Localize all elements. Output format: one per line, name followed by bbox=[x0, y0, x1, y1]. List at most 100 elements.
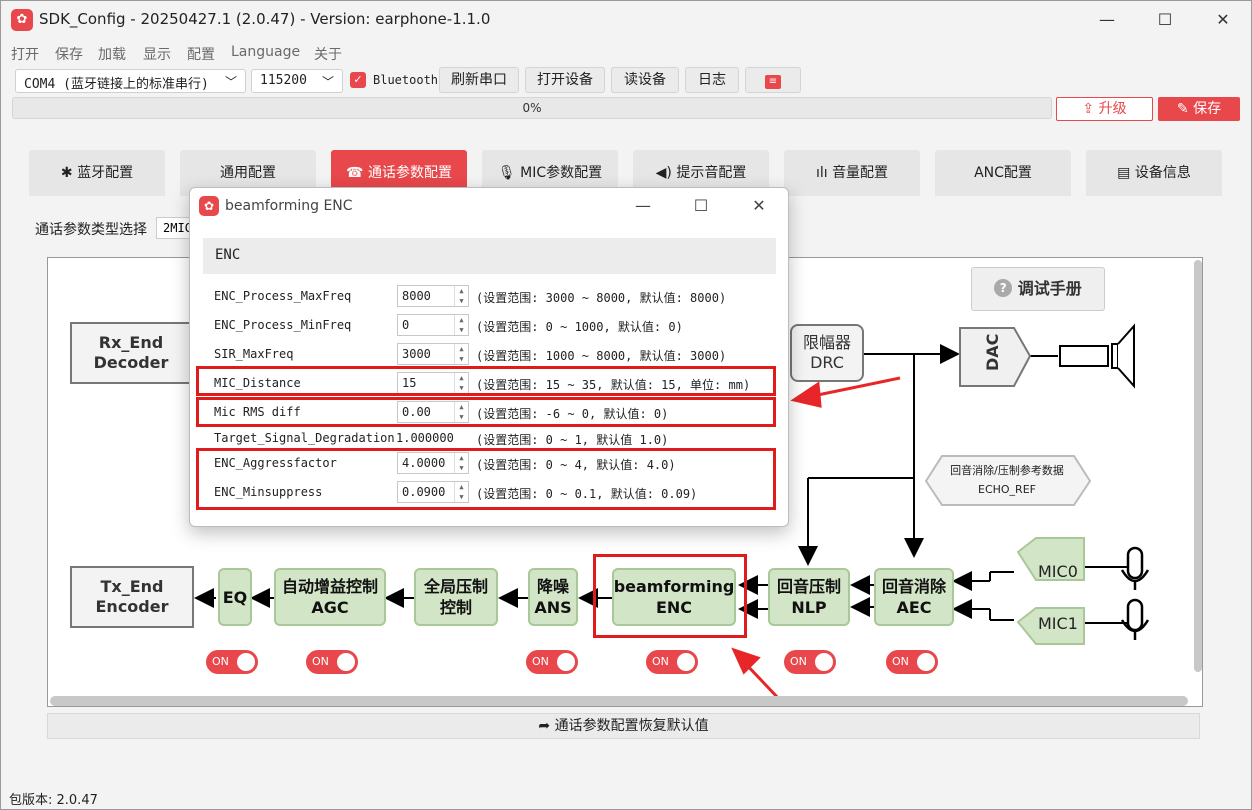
block-label: ANS bbox=[534, 598, 572, 617]
app-logo-icon: ✿ bbox=[199, 196, 219, 216]
aggress-minsuppress-highlight bbox=[196, 448, 776, 510]
upgrade-button[interactable]: ⇪ 升级 bbox=[1056, 97, 1153, 121]
aec-toggle[interactable]: ON bbox=[886, 650, 938, 674]
maximize-button[interactable]: ☐ bbox=[1137, 1, 1193, 39]
chevron-down-icon: ﹀ bbox=[224, 75, 237, 89]
beamforming-enc-block[interactable]: beamforming ENC bbox=[612, 568, 736, 626]
echo-ref-subtitle: ECHO_REF bbox=[978, 483, 1036, 496]
echo-ref-label: 回音消除/压制参考数据 ECHO_REF bbox=[924, 454, 1090, 506]
enc-toggle[interactable]: ON bbox=[646, 650, 698, 674]
block-label: Tx_End bbox=[100, 577, 164, 596]
toggle-label: ON bbox=[892, 655, 909, 668]
global-suppression-block[interactable]: 全局压制 控制 bbox=[414, 568, 498, 626]
menu-about[interactable]: 关于 bbox=[314, 44, 342, 64]
menu-load[interactable]: 加载 bbox=[98, 44, 126, 64]
menu-save[interactable]: 保存 bbox=[55, 44, 83, 64]
microphone-icon bbox=[1120, 598, 1150, 640]
enc-section-header: ENC bbox=[203, 238, 776, 274]
tool-icon: ≡ bbox=[765, 75, 781, 89]
dac-label: DAC bbox=[983, 333, 1002, 371]
tx-end-encoder-block: Tx_End Encoder bbox=[70, 566, 194, 628]
nlp-block[interactable]: 回音压制 NLP bbox=[768, 568, 850, 626]
agc-block[interactable]: 自动增益控制 AGC bbox=[274, 568, 386, 626]
spin-arrows-icon[interactable]: ▲ ▼ bbox=[454, 286, 468, 306]
param-spinbox[interactable]: 8000 ▲ ▼ bbox=[397, 285, 469, 307]
extra-tool-button[interactable]: ≡ bbox=[745, 67, 801, 93]
close-button[interactable]: ✕ bbox=[1195, 1, 1251, 39]
dialog-minimize-button[interactable]: — bbox=[614, 188, 672, 224]
horizontal-scrollbar[interactable] bbox=[50, 696, 1188, 706]
eq-toggle[interactable]: ON bbox=[206, 650, 258, 674]
dialog-maximize-button[interactable]: ☐ bbox=[672, 188, 730, 224]
volume-bars-icon: ılı bbox=[815, 165, 828, 181]
debug-manual-button[interactable]: ? 调试手册 bbox=[971, 267, 1105, 311]
debug-manual-label: 调试手册 bbox=[1017, 279, 1082, 298]
agc-toggle[interactable]: ON bbox=[306, 650, 358, 674]
param-range: (设置范围: 1000 ~ 8000, 默认值: 3000) bbox=[476, 349, 727, 363]
spin-arrows-icon[interactable]: ▲ ▼ bbox=[454, 315, 468, 335]
dialog-close-button[interactable]: ✕ bbox=[730, 188, 788, 224]
log-button[interactable]: 日志 bbox=[685, 67, 739, 93]
param-name: ENC_Process_MaxFreq bbox=[214, 289, 352, 303]
save-button[interactable]: ✎ 保存 bbox=[1158, 97, 1240, 121]
param-spinbox[interactable]: 3000 ▲ ▼ bbox=[397, 343, 469, 365]
question-circle-icon: ? bbox=[994, 279, 1013, 297]
menu-config[interactable]: 配置 bbox=[187, 44, 215, 64]
read-device-button[interactable]: 读设备 bbox=[611, 67, 679, 93]
vertical-scrollbar[interactable] bbox=[1194, 260, 1202, 672]
minimize-button[interactable]: — bbox=[1079, 1, 1135, 39]
param-value: 8000 bbox=[402, 289, 431, 303]
tab-device-info[interactable]: ▤ 设备信息 bbox=[1086, 150, 1222, 196]
dialog-title: beamforming ENC bbox=[225, 198, 353, 214]
refresh-port-button[interactable]: 刷新串口 bbox=[439, 67, 519, 93]
toggle-label: ON bbox=[312, 655, 329, 668]
param-row: ENC_Process_MinFreq 0 ▲ ▼ (设置范围: 0 ~ 1000,… bbox=[190, 313, 788, 339]
block-label: Decoder bbox=[93, 353, 169, 372]
mic-icon: 🎙︎ bbox=[497, 165, 516, 181]
toggle-label: ON bbox=[532, 655, 549, 668]
param-spinbox[interactable]: 0 ▲ ▼ bbox=[397, 314, 469, 336]
param-range: (设置范围: 0 ~ 1, 默认值 1.0) bbox=[476, 433, 669, 447]
tab-bluetooth[interactable]: ✱ 蓝牙配置 bbox=[29, 150, 165, 196]
reset-defaults-label: 通话参数配置恢复默认值 bbox=[554, 718, 709, 734]
ans-block[interactable]: 降噪 ANS bbox=[528, 568, 578, 626]
chevron-down-icon: ﹀ bbox=[321, 75, 334, 89]
nlp-toggle[interactable]: ON bbox=[784, 650, 836, 674]
port-select[interactable]: COM4 (蓝牙链接上的标准串行) ﹀ bbox=[15, 69, 246, 93]
eq-block[interactable]: EQ bbox=[218, 568, 252, 626]
menu-display[interactable]: 显示 bbox=[143, 44, 171, 64]
menu-open[interactable]: 打开 bbox=[11, 44, 39, 64]
microphone-icon bbox=[1120, 546, 1150, 590]
edit-icon: ✎ bbox=[1176, 101, 1189, 117]
toggle-label: ON bbox=[790, 655, 807, 668]
tab-anc[interactable]: ANC配置 bbox=[935, 150, 1071, 196]
tab-label: ANC配置 bbox=[974, 165, 1032, 181]
open-device-button[interactable]: 打开设备 bbox=[525, 67, 605, 93]
tab-label: 音量配置 bbox=[832, 165, 889, 181]
menu-language[interactable]: Language bbox=[231, 44, 300, 60]
bluetooth-label: Bluetooth bbox=[373, 73, 437, 87]
param-range: (设置范围: 3000 ~ 8000, 默认值: 8000) bbox=[476, 291, 727, 305]
toggle-label: ON bbox=[652, 655, 669, 668]
beamforming-enc-dialog: ✿ beamforming ENC — ☐ ✕ ENC ENC_Process_… bbox=[189, 187, 789, 527]
mic1-label: MIC1 bbox=[1038, 614, 1078, 633]
aec-block[interactable]: 回音消除 AEC bbox=[874, 568, 954, 626]
call-param-type-label: 通话参数类型选择 bbox=[35, 222, 147, 238]
baud-select[interactable]: 115200 ﹀ bbox=[251, 69, 343, 93]
param-name: ENC_Process_MinFreq bbox=[214, 318, 352, 332]
speaker-icon: ◀) bbox=[655, 165, 672, 181]
ans-toggle[interactable]: ON bbox=[526, 650, 578, 674]
reset-defaults-button[interactable]: ➦ 通话参数配置恢复默认值 bbox=[47, 713, 1200, 739]
spin-arrows-icon[interactable]: ▲ ▼ bbox=[454, 344, 468, 364]
bluetooth-checkbox[interactable]: ✓ bbox=[350, 72, 366, 88]
tab-volume[interactable]: ılı 音量配置 bbox=[784, 150, 920, 196]
app-logo-icon: ✿ bbox=[11, 9, 33, 31]
block-label: 回音消除 bbox=[881, 577, 946, 596]
tab-label: 蓝牙配置 bbox=[77, 165, 134, 181]
param-name: Target_Signal_Degradation bbox=[214, 431, 395, 445]
param-row: ENC_Process_MaxFreq 8000 ▲ ▼ (设置范围: 3000 ~… bbox=[190, 284, 788, 310]
param-value: 0 bbox=[402, 318, 410, 332]
toggle-label: ON bbox=[212, 655, 229, 668]
param-name: SIR_MaxFreq bbox=[214, 347, 294, 361]
block-label: beamforming bbox=[613, 577, 735, 596]
